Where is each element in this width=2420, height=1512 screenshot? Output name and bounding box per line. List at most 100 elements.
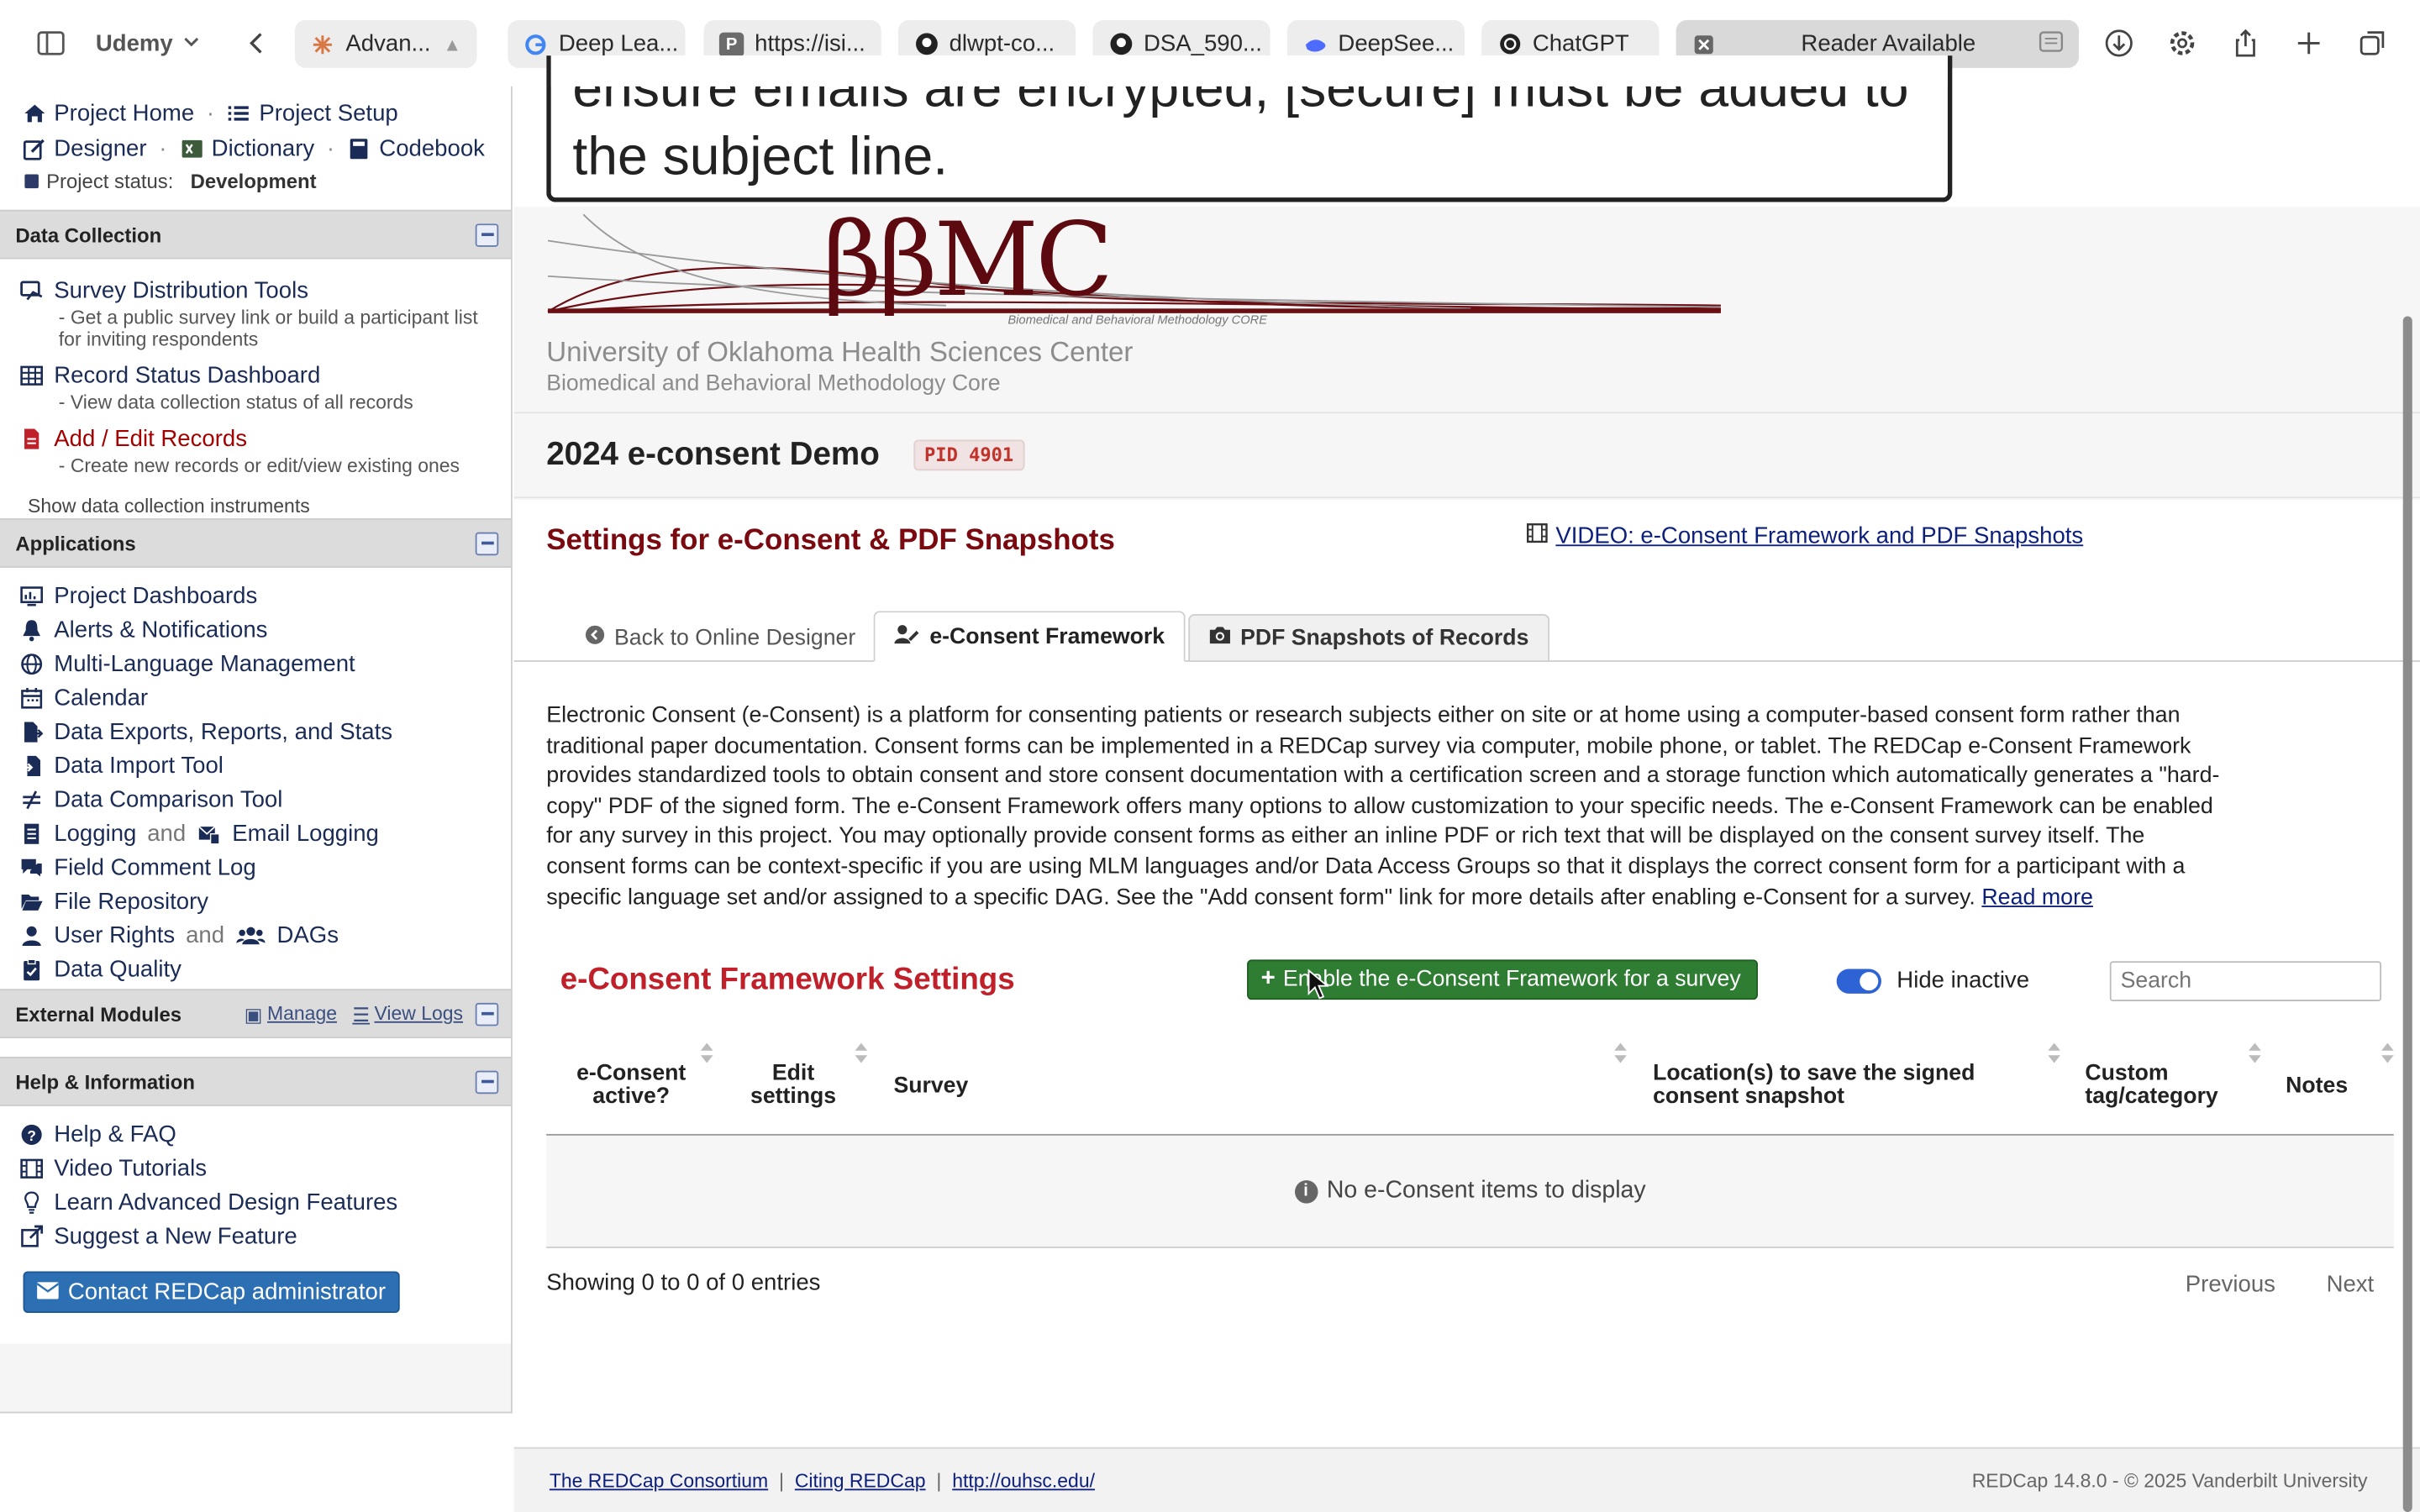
view-logs-link[interactable]: ☰ View Logs	[352, 1002, 463, 1026]
sidebar-item-suggest-feature[interactable]: Suggest a New Feature	[18, 1219, 496, 1252]
sidebar-item-record-status[interactable]: Record Status Dashboard	[18, 358, 496, 391]
sidebar-item-project-dashboards[interactable]: Project Dashboards	[18, 579, 496, 612]
show-instruments-link[interactable]: Show data collection instruments	[28, 496, 496, 517]
sidebar-item-calendar[interactable]: Calendar	[18, 680, 496, 714]
email-logging-link[interactable]: Email Logging	[232, 820, 379, 846]
logo-text: ββMC	[822, 200, 1113, 320]
reader-icon[interactable]	[2039, 30, 2064, 58]
sidebar-item-label: Survey Distribution Tools	[54, 276, 308, 303]
collapse-icon[interactable]	[475, 531, 499, 555]
video-link[interactable]: VIDEO: e-Consent Framework and PDF Snaps…	[1526, 523, 2083, 549]
sidebar-item-label: Data Import Tool	[54, 752, 224, 779]
column-header-edit[interactable]: Edit settings	[716, 1037, 871, 1136]
section-title: Applications	[15, 531, 136, 555]
profile-label: Udemy	[95, 29, 173, 57]
back-icon[interactable]	[234, 20, 281, 66]
user-rights-link[interactable]: User Rights	[54, 921, 175, 948]
sidebar-item-help-faq[interactable]: ? Help & FAQ	[18, 1117, 496, 1151]
status-square-icon	[24, 174, 39, 189]
table-info: Showing 0 to 0 of 0 entries	[546, 1269, 821, 1296]
envelope-icon	[36, 1279, 60, 1305]
column-header-survey[interactable]: Survey	[893, 1037, 1627, 1136]
citing-link[interactable]: Citing REDCap	[795, 1469, 926, 1491]
codebook-link[interactable]: Codebook	[379, 136, 485, 162]
sidebar-item-video-tutorials[interactable]: Video Tutorials	[18, 1151, 496, 1184]
manage-modules-link[interactable]: ▣ Manage	[245, 1002, 337, 1026]
sidebar-item-mlm[interactable]: Multi-Language Management	[18, 647, 496, 680]
sidebar-item-label: Record Status Dashboard	[54, 361, 321, 388]
column-header-active[interactable]: e-Consent active?	[546, 1037, 716, 1136]
column-label: Survey	[893, 1073, 969, 1098]
tab-label: https://isi...	[755, 30, 865, 57]
toggle-switch[interactable]	[1836, 968, 1881, 993]
read-more-link[interactable]: Read more	[1981, 885, 2093, 909]
search-input[interactable]	[2109, 961, 2382, 1002]
table-icon	[18, 363, 43, 387]
sidebar-item-data-comparison[interactable]: Data Comparison Tool	[18, 782, 496, 816]
sidebar-item-advanced-design[interactable]: Learn Advanced Design Features	[18, 1185, 496, 1219]
logging-link[interactable]: Logging	[54, 820, 136, 846]
close-icon[interactable]	[1691, 32, 1716, 56]
tab-back-online-designer[interactable]: Back to Online Designer	[566, 614, 874, 662]
email-alert-box: ensure emails are encrypted, [secure] mu…	[546, 55, 1953, 202]
list-icon: ☰	[352, 1003, 370, 1026]
sidebar-item-survey-distribution[interactable]: Survey Distribution Tools	[18, 273, 496, 307]
sidebar-item-file-repository[interactable]: File Repository	[18, 884, 496, 917]
share-icon[interactable]	[2223, 20, 2269, 66]
sidebar-item-add-edit-records[interactable]: Add / Edit Records	[18, 421, 496, 454]
whale-icon	[1302, 32, 1327, 56]
file-export-icon	[18, 719, 43, 743]
sidebar-toggle-icon[interactable]	[28, 20, 74, 66]
previous-button[interactable]: Previous	[2186, 1271, 2275, 1297]
profile-switcher[interactable]: Udemy	[96, 30, 201, 56]
collapse-icon[interactable]	[475, 1069, 499, 1094]
tab-label: Back to Online Designer	[614, 625, 856, 651]
new-tab-icon[interactable]	[2286, 20, 2332, 66]
pin-icon: ▲	[443, 33, 462, 55]
sidebar-item-label: Project Dashboards	[54, 582, 258, 609]
econsent-description: Electronic Consent (e-Consent) is a plat…	[546, 702, 2228, 914]
tab-econsent-framework[interactable]: e-Consent Framework	[874, 611, 1185, 662]
sidebar-item-alerts[interactable]: Alerts & Notifications	[18, 612, 496, 646]
gear-icon[interactable]	[2160, 20, 2206, 66]
bell-icon	[18, 617, 43, 642]
project-home-link[interactable]: Project Home	[54, 100, 194, 126]
tab-label: Reader Available	[1801, 30, 1976, 57]
sidebar-item-field-comment[interactable]: Field Comment Log	[18, 850, 496, 884]
column-header-notes[interactable]: Notes	[2286, 1037, 2394, 1136]
dictionary-link[interactable]: Dictionary	[212, 136, 314, 162]
section-header-data-collection: Data Collection	[0, 209, 511, 260]
sidebar-item-user-rights-row: User Rights and DAGs	[18, 918, 496, 952]
hide-inactive-toggle[interactable]: Hide inactive	[1836, 968, 2029, 994]
contact-admin-button[interactable]: Contact REDCap administrator	[23, 1271, 400, 1314]
sidebar-item-data-import[interactable]: Data Import Tool	[18, 748, 496, 782]
column-header-location[interactable]: Location(s) to save the signed consent s…	[1653, 1037, 2062, 1136]
sidebar-item-label: Add / Edit Records	[54, 425, 247, 452]
consortium-link[interactable]: The REDCap Consortium	[550, 1469, 768, 1491]
next-button[interactable]: Next	[2327, 1271, 2375, 1297]
tab-pdf-snapshots[interactable]: PDF Snapshots of Records	[1187, 614, 1549, 662]
tab-label: PDF Snapshots of Records	[1240, 625, 1529, 651]
ouhsc-link[interactable]: http://ouhsc.edu/	[952, 1469, 1095, 1491]
sidebar-item-data-exports[interactable]: Data Exports, Reports, and Stats	[18, 714, 496, 748]
and-text: and	[186, 921, 225, 948]
collapse-icon[interactable]	[475, 223, 499, 246]
download-icon[interactable]	[2096, 20, 2142, 66]
tab-overview-icon[interactable]	[2349, 20, 2395, 66]
excel-icon	[179, 137, 203, 161]
page-footer: The REDCap Consortium | Citing REDCap | …	[513, 1446, 2420, 1512]
designer-link[interactable]: Designer	[54, 136, 146, 162]
sidebar-item-label: Data Exports, Reports, and Stats	[54, 717, 393, 745]
page-scrollbar[interactable]	[2402, 316, 2412, 1512]
settings-tabs: Back to Online Designer e-Consent Framew…	[566, 611, 1549, 662]
column-header-custom[interactable]: Custom tag/category	[2085, 1037, 2262, 1136]
project-setup-link[interactable]: Project Setup	[259, 100, 397, 126]
openai-icon	[1497, 32, 1522, 56]
collapse-icon[interactable]	[475, 1001, 499, 1026]
core-name: Biomedical and Behavioral Methodology Co…	[546, 371, 1001, 397]
tab-label: dlwpt-co...	[949, 30, 1055, 57]
document-icon	[18, 426, 43, 450]
browser-tab[interactable]: Advan... ▲	[294, 19, 477, 68]
sidebar-item-data-quality[interactable]: Data Quality	[18, 952, 496, 985]
dags-link[interactable]: DAGs	[276, 921, 338, 948]
